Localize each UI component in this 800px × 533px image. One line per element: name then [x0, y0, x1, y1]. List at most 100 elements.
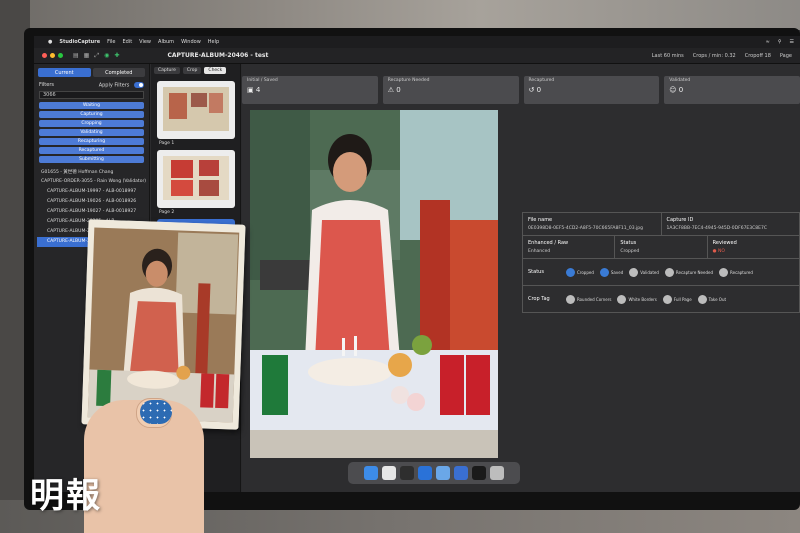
search-input[interactable]: 3066	[39, 90, 144, 99]
stat-card-saved: Initial / Saved ▣ 4	[242, 76, 378, 104]
tree-item-album[interactable]: CAPTURE-ALBUM-19997 - ALB-0018997	[37, 187, 146, 197]
held-printed-photo	[81, 219, 246, 430]
status-filter-list: Waiting Capturing Cropping Validating Re…	[39, 101, 144, 163]
captured-photo-preview[interactable]	[250, 110, 498, 458]
enhanced-cell: Enhanced / Raw Enhanced	[523, 236, 616, 258]
stat-card-label: Recaptured	[528, 78, 555, 83]
page-thumbnail[interactable]	[157, 150, 235, 208]
reviewed-cell: Reviewed ● NO	[708, 236, 799, 258]
cropped-icon	[566, 267, 575, 277]
menu-album[interactable]: Album	[158, 39, 174, 45]
control-center-icon[interactable]: ☰	[790, 39, 794, 45]
apply-filters-label: Apply Filters	[98, 82, 130, 89]
status-row-label: Status	[528, 269, 544, 275]
main-canvas: Initial / Saved ▣ 4 Recapture Needed ⚠ 0…	[242, 64, 800, 492]
activity-icon[interactable]	[400, 466, 414, 480]
status-filter-waiting[interactable]: Waiting	[39, 101, 144, 109]
chip-cropped[interactable]: Cropped	[566, 267, 594, 277]
menu-file[interactable]: File	[107, 39, 115, 45]
stat-card-validated: Validated ☺ 0	[664, 76, 800, 104]
chip-saved[interactable]: Saved	[599, 267, 623, 277]
file-name-key: File name	[528, 217, 553, 223]
capture-info-panel: File name 0E0398D8-0EF5-4CD2-A8F5-70C665…	[522, 212, 800, 313]
validated-icon	[629, 267, 639, 277]
close-icon[interactable]	[42, 53, 47, 58]
expand-icon[interactable]: ⤢	[94, 52, 99, 60]
take-out-icon	[697, 294, 707, 304]
stat-card-value: ↺ 0	[528, 86, 542, 94]
chip-recaptured[interactable]: Recaptured	[719, 267, 753, 277]
status-filter-recaptured[interactable]: Recaptured	[39, 146, 144, 154]
capture-id-cell: Capture ID 1A3CF8BB-7EC4-4945-945D-0DF67…	[662, 213, 800, 235]
camera-icon[interactable]: ◉	[104, 52, 109, 60]
safari-icon[interactable]	[436, 466, 450, 480]
stat-cards: Initial / Saved ▣ 4 Recapture Needed ⚠ 0…	[242, 76, 800, 104]
apply-filters-toggle[interactable]	[134, 82, 144, 88]
album-photo	[171, 160, 193, 178]
saved-icon	[599, 267, 609, 277]
status-filter-submitting[interactable]: Submitting	[39, 155, 144, 163]
tab-current[interactable]: Current	[38, 68, 91, 77]
search-icon[interactable]: ⚲	[778, 39, 782, 45]
status-filter-recapturing[interactable]: Recapturing	[39, 137, 144, 145]
birthday-photo-illustration	[250, 110, 498, 458]
status-chip-row: Status Cropped Saved Validated Recapture…	[523, 259, 764, 285]
apply-filters: Apply Filters	[99, 82, 144, 89]
chip-take-out[interactable]: Take Out	[697, 294, 726, 304]
menu-view[interactable]: View	[139, 39, 151, 45]
launchpad-icon[interactable]	[382, 466, 396, 480]
tree-item-album[interactable]: CAPTURE-ALBUM-19027 - ALB-0018927	[37, 207, 146, 217]
minimize-icon[interactable]	[50, 53, 55, 58]
status-filter-validating[interactable]: Validating	[39, 128, 144, 136]
tree-item-album[interactable]: CAPTURE-ALBUM-19026 - ALB-0018926	[37, 197, 146, 207]
toolbar-stats: Last 60 mins Crops / min: 0.32 Cropoff 1…	[652, 53, 800, 59]
chip-recapture-needed[interactable]: Recapture Needed	[664, 267, 713, 277]
stat-card-recaptured: Recaptured ↺ 0	[523, 76, 660, 104]
enhanced-value: Enhanced	[528, 249, 551, 254]
info-row-crop-tags: Crop Tag Rounded Corners White Borders F…	[522, 285, 800, 313]
status-filter-cropping[interactable]: Cropping	[39, 119, 144, 127]
tab-capture[interactable]: Capture	[154, 67, 180, 74]
menu-help[interactable]: Help	[208, 39, 219, 45]
enhanced-key: Enhanced / Raw	[528, 240, 569, 246]
album-photo	[199, 180, 219, 196]
chip-rounded-corners[interactable]: Rounded Corners	[566, 294, 611, 304]
tab-crop[interactable]: Crop	[182, 67, 202, 74]
tab-completed[interactable]: Completed	[92, 68, 145, 77]
filters-label: Filters	[39, 82, 54, 89]
capture-app-icon[interactable]	[454, 466, 468, 480]
menu-window[interactable]: Window	[181, 39, 201, 45]
sidebar-toggle-icon[interactable]: ▤	[73, 52, 79, 60]
crop-tag-label: Crop Tag	[528, 296, 550, 302]
stat-card-value: ▣ 4	[247, 86, 261, 94]
window-title: CAPTURE-ALBUM-20406 - test	[167, 52, 269, 59]
apple-icon[interactable]: ●	[48, 39, 52, 45]
page-thumbnail[interactable]	[157, 81, 235, 139]
current-completed-tabs: Current Completed	[38, 68, 145, 77]
crop-tag-row: Crop Tag Rounded Corners White Borders F…	[523, 286, 737, 312]
recapture-icon	[664, 267, 674, 277]
zoom-icon[interactable]	[58, 53, 63, 58]
album-page-image	[163, 156, 229, 200]
app-store-icon[interactable]	[418, 466, 432, 480]
chip-validated[interactable]: Validated	[629, 267, 659, 277]
tree-item-order[interactable]: CAPTURE-ORDER-3055 - Rain Wong (Validato…	[37, 177, 146, 187]
menu-edit[interactable]: Edit	[122, 39, 132, 45]
terminal-icon[interactable]	[472, 466, 486, 480]
grid-icon[interactable]: ▦	[84, 52, 90, 60]
filters-row: Filters Apply Filters	[39, 82, 144, 89]
menubar-app-name[interactable]: StudioCapture	[59, 39, 100, 45]
wifi-icon[interactable]: ≈	[766, 39, 770, 45]
finder-icon[interactable]	[364, 466, 378, 480]
chip-white-borders[interactable]: White Borders	[617, 294, 657, 304]
trash-icon[interactable]	[490, 466, 504, 480]
status-filter-capturing[interactable]: Capturing	[39, 110, 144, 118]
tree-item-customer[interactable]: G01655 - 黃世德 Hoffman Chang	[37, 167, 146, 177]
window-controls	[34, 53, 63, 58]
tab-check[interactable]: Check	[204, 67, 227, 74]
status-value: Cropped	[620, 249, 640, 254]
chip-full-page[interactable]: Full Page	[662, 294, 692, 304]
stat-card-recapture-needed: Recapture Needed ⚠ 0	[382, 76, 519, 104]
add-icon[interactable]: ✚	[114, 52, 119, 60]
info-row-status-chips: Status Cropped Saved Validated Recapture…	[522, 258, 800, 285]
